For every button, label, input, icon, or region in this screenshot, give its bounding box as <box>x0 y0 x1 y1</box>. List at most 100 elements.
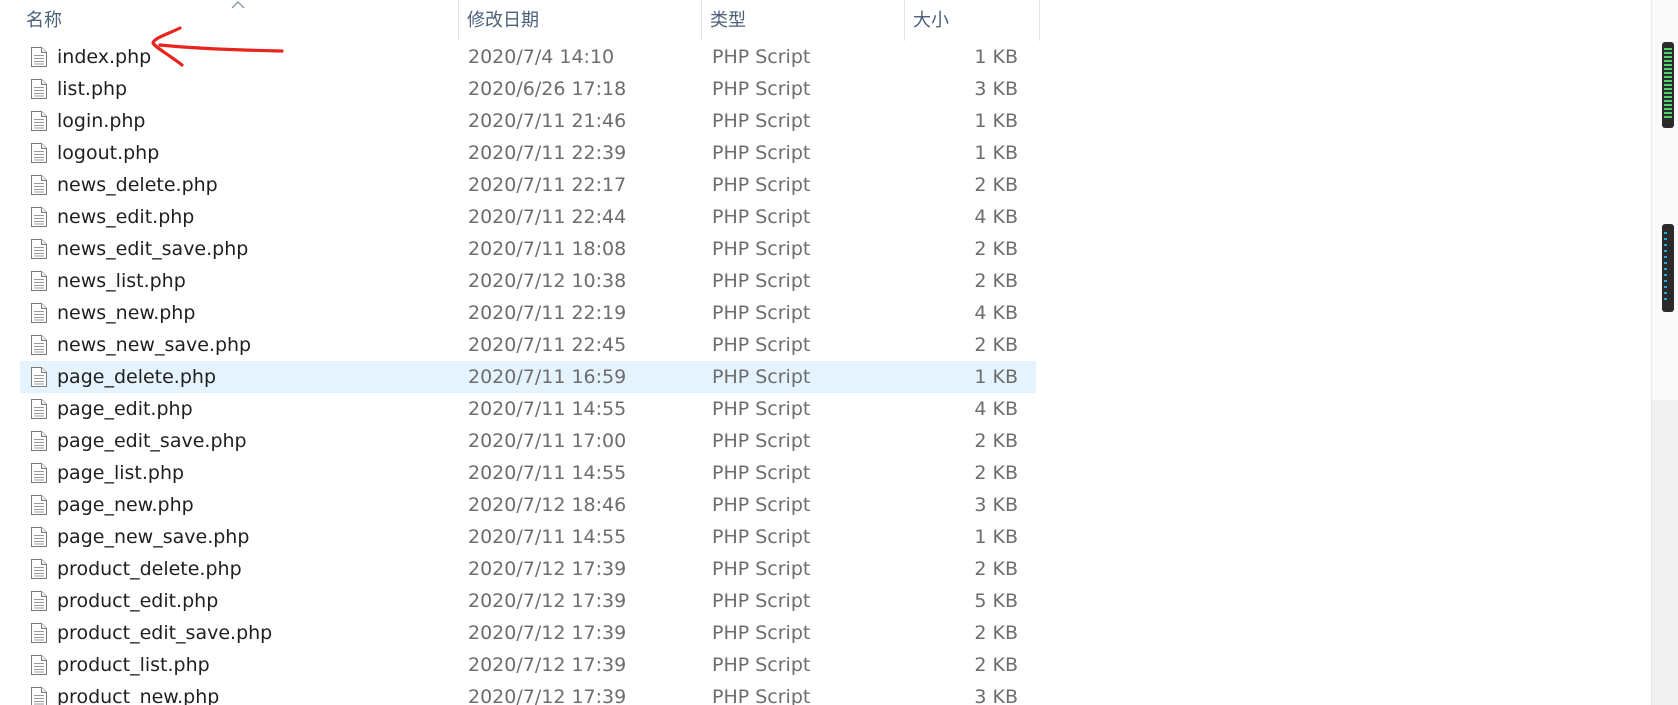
file-type: PHP Script <box>712 206 811 228</box>
file-date: 2020/7/12 18:46 <box>468 494 627 516</box>
php-file-icon <box>30 46 48 68</box>
file-row[interactable]: page_edit.php 2020/7/11 14:55 PHP Script 4 … <box>20 393 1036 425</box>
file-type: PHP Script <box>712 654 811 676</box>
red-arrow-annotation-icon <box>151 26 284 67</box>
file-row[interactable]: login.php 2020/7/11 21:46 PHP Script 1 KB <box>20 105 1036 137</box>
file-row[interactable]: product_list.php 2020/7/12 17:39 PHP Scrip… <box>20 649 1036 681</box>
file-name: page_edit_save.php <box>57 430 247 452</box>
file-name: page_new.php <box>57 494 194 516</box>
file-row[interactable]: news_list.php 2020/7/12 10:38 PHP Script 2 … <box>20 265 1036 297</box>
file-row[interactable]: product_delete.php 2020/7/12 17:39 PHP Scr… <box>20 553 1036 585</box>
file-explorer-list-view: 名称 修改日期 类型 大小 index.php 2020/7/4 14:10 PHP… <box>0 0 1678 705</box>
file-date: 2020/7/12 17:39 <box>468 654 627 676</box>
file-size: 3 KB <box>974 686 1018 705</box>
php-file-icon <box>30 366 48 388</box>
file-date: 2020/7/11 21:46 <box>468 110 627 132</box>
php-file-icon <box>30 174 48 196</box>
file-name: page_delete.php <box>57 366 217 388</box>
file-name: product_edit.php <box>57 590 219 612</box>
file-name: news_edit_save.php <box>57 238 249 260</box>
php-file-icon <box>30 78 48 100</box>
php-file-icon <box>30 334 48 356</box>
php-file-icon <box>30 462 48 484</box>
file-size: 2 KB <box>974 622 1018 644</box>
file-date: 2020/7/11 22:19 <box>468 302 627 324</box>
php-file-icon <box>30 238 48 260</box>
file-row[interactable]: news_edit.php 2020/7/11 22:44 PHP Script 4 … <box>20 201 1036 233</box>
file-name: page_edit.php <box>57 398 193 420</box>
level-meter-widget-top <box>1662 42 1674 128</box>
column-header-type[interactable]: 类型 <box>702 0 905 41</box>
file-size: 2 KB <box>974 654 1018 676</box>
file-name: product_delete.php <box>57 558 242 580</box>
file-row[interactable]: news_edit_save.php 2020/7/11 18:08 PHP Scr… <box>20 233 1036 265</box>
file-type: PHP Script <box>712 270 811 292</box>
file-row[interactable]: news_new.php 2020/7/11 22:19 PHP Script 4 K… <box>20 297 1036 329</box>
column-header-date[interactable]: 修改日期 <box>459 0 702 41</box>
php-file-icon <box>30 686 48 705</box>
php-file-icon <box>30 206 48 228</box>
file-name: logout.php <box>57 142 160 164</box>
file-size: 1 KB <box>974 526 1018 548</box>
file-type: PHP Script <box>712 366 811 388</box>
file-type: PHP Script <box>712 686 811 705</box>
file-size: 1 KB <box>974 142 1018 164</box>
file-date: 2020/7/11 17:00 <box>468 430 627 452</box>
file-type: PHP Script <box>712 46 811 68</box>
column-header-size[interactable]: 大小 <box>905 0 1040 41</box>
file-type: PHP Script <box>712 558 811 580</box>
file-date: 2020/7/11 14:55 <box>468 526 627 548</box>
php-file-icon <box>30 622 48 644</box>
file-row[interactable]: news_delete.php 2020/7/11 22:17 PHP Script… <box>20 169 1036 201</box>
file-name: product_list.php <box>57 654 210 676</box>
sort-up-chevron-icon <box>231 1 245 9</box>
file-date: 2020/7/4 14:10 <box>468 46 615 68</box>
file-size: 1 KB <box>974 46 1018 68</box>
file-name: news_new.php <box>57 302 196 324</box>
file-name: news_list.php <box>57 270 186 292</box>
php-file-icon <box>30 270 48 292</box>
file-date: 2020/7/12 10:38 <box>468 270 627 292</box>
file-name: news_new_save.php <box>57 334 252 356</box>
file-row[interactable]: page_new_save.php 2020/7/11 14:55 PHP Scri… <box>20 521 1036 553</box>
file-name: list.php <box>57 78 128 100</box>
php-file-icon <box>30 590 48 612</box>
php-file-icon <box>30 526 48 548</box>
file-type: PHP Script <box>712 110 811 132</box>
file-date: 2020/7/12 17:39 <box>468 686 627 705</box>
file-row[interactable]: page_list.php 2020/7/11 14:55 PHP Script 2 … <box>20 457 1036 489</box>
file-size: 1 KB <box>974 110 1018 132</box>
file-date: 2020/7/11 18:08 <box>468 238 627 260</box>
vertical-scrollbar-thumb[interactable] <box>1651 400 1678 705</box>
file-size: 2 KB <box>974 430 1018 452</box>
file-date: 2020/7/12 17:39 <box>468 590 627 612</box>
file-name: page_list.php <box>57 462 185 484</box>
file-date: 2020/7/11 14:55 <box>468 398 627 420</box>
file-type: PHP Script <box>712 78 811 100</box>
file-row[interactable]: product_edit_save.php 2020/7/12 17:39 PHP … <box>20 617 1036 649</box>
file-type: PHP Script <box>712 302 811 324</box>
level-meter-widget-bottom <box>1662 224 1674 312</box>
file-type: PHP Script <box>712 494 811 516</box>
file-type: PHP Script <box>712 622 811 644</box>
file-list: index.php 2020/7/4 14:10 PHP Script 1 KB lis… <box>20 41 1036 705</box>
file-row[interactable]: product_edit.php 2020/7/12 17:39 PHP Scrip… <box>20 585 1036 617</box>
file-row[interactable]: news_new_save.php 2020/7/11 22:45 PHP Scri… <box>20 329 1036 361</box>
file-row[interactable]: page_delete.php 2020/7/11 16:59 PHP Script… <box>20 361 1036 393</box>
file-row[interactable]: logout.php 2020/7/11 22:39 PHP Script 1 KB <box>20 137 1036 169</box>
file-date: 2020/7/11 14:55 <box>468 462 627 484</box>
file-row[interactable]: page_edit_save.php 2020/7/11 17:00 PHP Scr… <box>20 425 1036 457</box>
file-row[interactable]: product_new.php 2020/7/12 17:39 PHP Script… <box>20 681 1036 705</box>
file-date: 2020/7/11 22:39 <box>468 142 627 164</box>
file-type: PHP Script <box>712 526 811 548</box>
file-row[interactable]: page_new.php 2020/7/12 18:46 PHP Script 3 K… <box>20 489 1036 521</box>
file-date: 2020/7/11 22:45 <box>468 334 627 356</box>
file-size: 3 KB <box>974 494 1018 516</box>
php-file-icon <box>30 142 48 164</box>
file-row[interactable]: list.php 2020/6/26 17:18 PHP Script 3 KB <box>20 73 1036 105</box>
php-file-icon <box>30 558 48 580</box>
file-name: page_new_save.php <box>57 526 250 548</box>
php-file-icon <box>30 430 48 452</box>
file-size: 2 KB <box>974 270 1018 292</box>
file-name: product_edit_save.php <box>57 622 273 644</box>
